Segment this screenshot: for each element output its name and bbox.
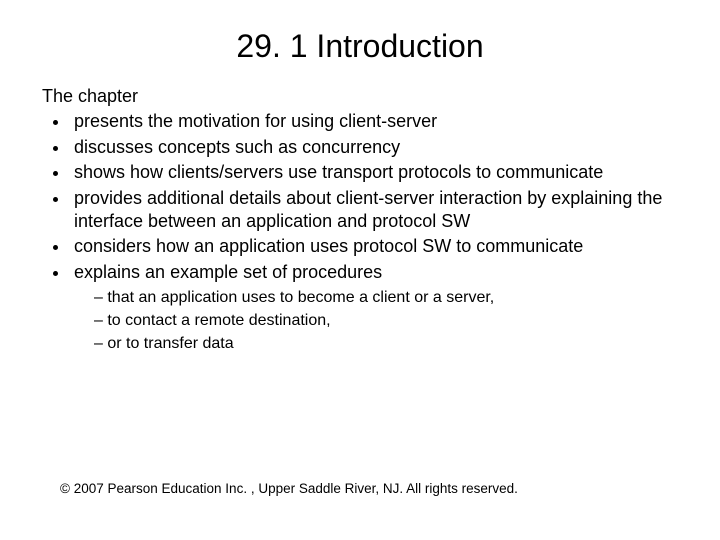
list-item: provides additional details about client…	[70, 187, 690, 234]
list-item: discusses concepts such as concurrency	[70, 136, 690, 159]
list-item: shows how clients/servers use transport …	[70, 161, 690, 184]
intro-text: The chapter	[42, 85, 690, 108]
sub-list-item: that an application uses to become a cli…	[94, 288, 690, 309]
sub-list-item: or to transfer data	[94, 334, 690, 355]
slide: 29. 1 Introduction The chapter presents …	[0, 0, 720, 540]
list-item-text: explains an example set of procedures	[74, 262, 382, 282]
list-item: considers how an application uses protoc…	[70, 235, 690, 258]
list-item: explains an example set of procedures th…	[70, 261, 690, 355]
slide-title: 29. 1 Introduction	[0, 0, 720, 85]
slide-body: The chapter presents the motivation for …	[0, 85, 720, 355]
sub-bullet-list: that an application uses to become a cli…	[74, 288, 690, 354]
bullet-list: presents the motivation for using client…	[42, 110, 690, 354]
copyright-footer: © 2007 Pearson Education Inc. , Upper Sa…	[60, 481, 518, 496]
list-item: presents the motivation for using client…	[70, 110, 690, 133]
sub-list-item: to contact a remote destination,	[94, 311, 690, 332]
